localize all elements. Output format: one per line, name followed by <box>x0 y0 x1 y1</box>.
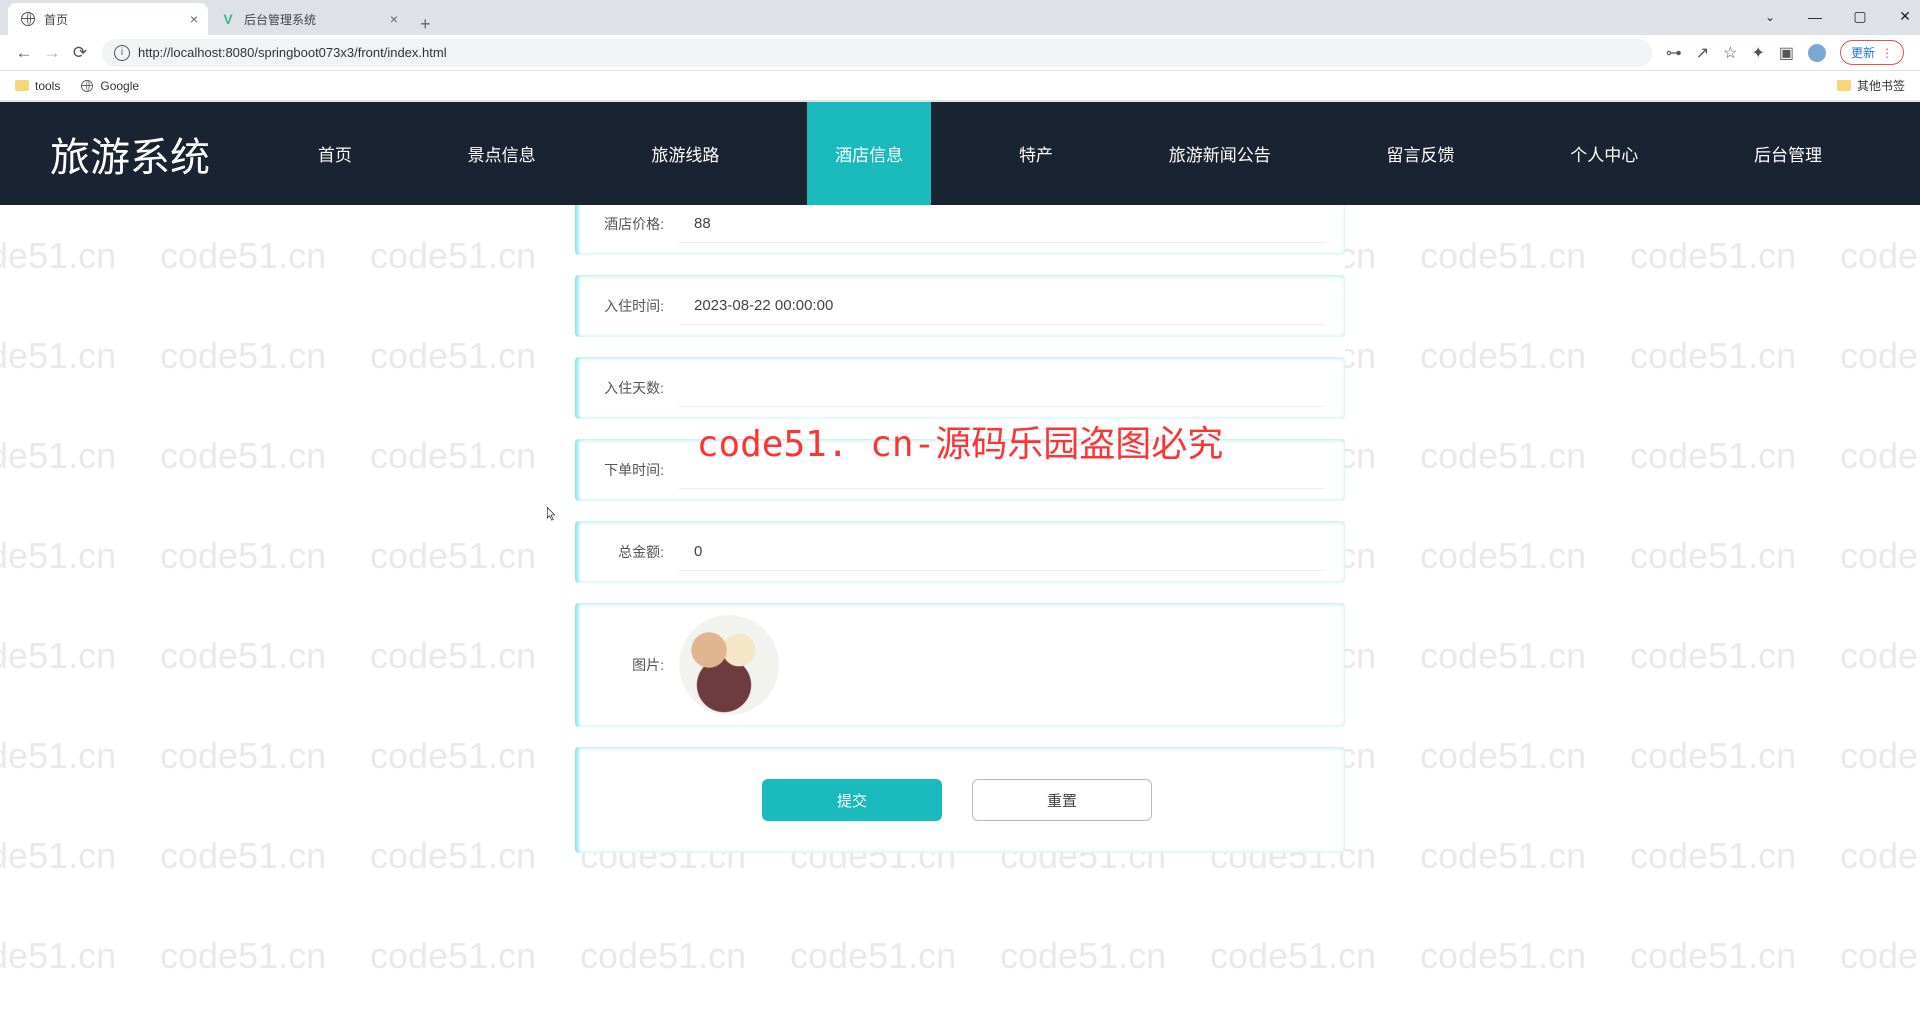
total-value: 0 <box>679 533 1325 571</box>
browser-tab-0[interactable]: 首页 × <box>8 3 208 35</box>
order-time-label: 下单时间: <box>589 460 664 480</box>
price-label: 酒店价格: <box>589 214 664 234</box>
days-label: 入住天数: <box>589 378 664 398</box>
watermark-text: code51.cn <box>1630 935 1796 977</box>
nav-item-2[interactable]: 旅游线路 <box>623 102 747 205</box>
nav-item-5[interactable]: 旅游新闻公告 <box>1141 102 1299 205</box>
globe-icon <box>20 11 36 27</box>
tab-dropdown-icon[interactable]: ⌄ <box>1760 8 1780 25</box>
bookmark-star-icon[interactable]: ☆ <box>1723 43 1737 63</box>
other-bookmarks[interactable]: 其他书签 <box>1837 77 1905 94</box>
forward-button[interactable]: → <box>38 43 66 63</box>
password-key-icon[interactable]: ⊶ <box>1666 43 1682 63</box>
tab-bar: 首页 × V 后台管理系统 × + ⌄ — ▢ ✕ <box>0 0 1920 35</box>
extensions-icon[interactable]: ✦ <box>1751 43 1764 63</box>
nav-item-8[interactable]: 后台管理 <box>1726 102 1850 205</box>
nav-item-4[interactable]: 特产 <box>991 102 1081 205</box>
minimize-button[interactable]: — <box>1805 8 1825 25</box>
site-info-icon[interactable]: i <box>114 45 130 61</box>
close-icon[interactable]: × <box>190 11 198 27</box>
address-bar[interactable]: i http://localhost:8080/springboot073x3/… <box>102 39 1652 67</box>
total-label: 总金额: <box>589 542 664 562</box>
watermark-text: code51.cn <box>790 935 956 977</box>
nav-item-6[interactable]: 留言反馈 <box>1358 102 1482 205</box>
watermark-text: code51.cn <box>1210 935 1376 977</box>
globe-icon <box>81 80 93 92</box>
profile-avatar-icon[interactable] <box>1808 44 1826 62</box>
watermark-text: code51.cn <box>370 935 536 977</box>
side-panel-icon[interactable]: ▣ <box>1779 43 1794 63</box>
share-icon[interactable]: ↗ <box>1696 43 1709 63</box>
order-time-input[interactable] <box>679 451 1325 489</box>
bookmark-google[interactable]: Google <box>80 79 139 93</box>
submit-button[interactable]: 提交 <box>762 779 942 821</box>
days-input[interactable] <box>679 369 1325 407</box>
nav-item-1[interactable]: 景点信息 <box>440 102 564 205</box>
maximize-button[interactable]: ▢ <box>1850 8 1870 25</box>
watermark-text: code51.cn <box>1000 935 1166 977</box>
close-window-button[interactable]: ✕ <box>1895 8 1915 25</box>
vue-icon: V <box>220 11 236 27</box>
bookmark-tools[interactable]: tools <box>15 79 60 93</box>
price-value: 88 <box>679 205 1325 243</box>
watermark-text: code51.cn <box>1840 935 1920 977</box>
watermark-text: code51.cn <box>0 935 116 977</box>
close-icon[interactable]: × <box>390 11 398 27</box>
browser-tab-1[interactable]: V 后台管理系统 × <box>208 3 408 35</box>
watermark-text: code51.cn <box>1420 935 1586 977</box>
nav-item-3[interactable]: 酒店信息 <box>807 102 931 205</box>
checkin-value: 2023-08-22 00:00:00 <box>679 287 1325 325</box>
back-button[interactable]: ← <box>10 43 38 63</box>
nav-item-7[interactable]: 个人中心 <box>1542 102 1666 205</box>
checkin-label: 入住时间: <box>589 296 664 316</box>
site-logo: 旅游系统 <box>0 125 260 183</box>
tab-title-0: 首页 <box>44 11 68 28</box>
new-tab-button[interactable]: + <box>408 14 443 35</box>
folder-icon <box>15 80 29 91</box>
watermark-text: code51.cn <box>580 935 746 977</box>
reload-button[interactable]: ⟳ <box>66 43 94 63</box>
image-label: 图片: <box>589 655 664 675</box>
folder-icon <box>1837 80 1851 91</box>
watermark-text: code51.cn <box>160 935 326 977</box>
nav-item-0[interactable]: 首页 <box>290 102 380 205</box>
reset-button[interactable]: 重置 <box>972 779 1152 821</box>
image-thumbnail[interactable] <box>679 615 779 715</box>
update-button[interactable]: 更新⋮ <box>1840 40 1904 65</box>
tab-title-1: 后台管理系统 <box>244 11 316 28</box>
url-text: http://localhost:8080/springboot073x3/fr… <box>138 45 1640 60</box>
